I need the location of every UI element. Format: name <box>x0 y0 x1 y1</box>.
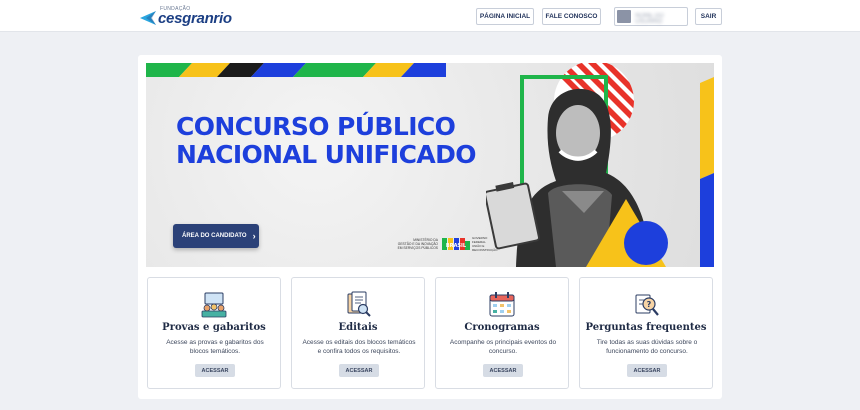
document-search-icon <box>347 291 371 317</box>
access-faq-button[interactable]: ACESSAR <box>627 364 667 377</box>
main-panel: CONCURSO PÚBLICO NACIONAL UNIFICADO ÁREA… <box>138 55 722 399</box>
people-board-icon <box>201 292 227 318</box>
banner-title-line2: NACIONAL UNIFICADO <box>176 140 476 169</box>
question-magnifier-icon: ? <box>635 294 659 316</box>
card-description: Tire todas as suas dúvidas sobre o funci… <box>596 339 698 355</box>
candidate-area-label: ÁREA DO CANDIDATO <box>182 233 247 239</box>
ministry-text: MINISTÉRIO DA GESTÃO E DA INOVAÇÃO EM SE… <box>388 238 438 250</box>
card-schedules: Cronogramas Acompanhe os principais even… <box>435 277 569 389</box>
brasil-logo-text: BRASIL <box>446 243 467 249</box>
card-title: Provas e gabaritos <box>162 322 266 333</box>
cesgranrio-logo[interactable]: FUNDAÇÃO cesgranrio <box>140 5 240 27</box>
card-title: Cronogramas <box>464 322 540 333</box>
home-page-button[interactable]: PÁGINA INICIAL <box>476 8 534 25</box>
candidate-area-button[interactable]: ÁREA DO CANDIDATO › <box>173 224 259 248</box>
card-description: Acompanhe os principais eventos do concu… <box>449 339 557 355</box>
svg-text:?: ? <box>647 300 652 309</box>
card-faq: ? Perguntas frequentes Tire todas as sua… <box>579 277 713 389</box>
logo-name-text: cesgranrio <box>158 10 232 27</box>
access-tests-button[interactable]: ACESSAR <box>195 364 235 377</box>
hero-banner: CONCURSO PÚBLICO NACIONAL UNIFICADO ÁREA… <box>146 63 714 267</box>
access-schedules-button[interactable]: ACESSAR <box>483 364 523 377</box>
banner-title: CONCURSO PÚBLICO NACIONAL UNIFICADO <box>176 113 476 169</box>
logout-button[interactable]: SAIR <box>695 8 722 25</box>
candidate-photo <box>486 63 714 267</box>
logo-arrow-icon <box>140 11 156 25</box>
top-bar: FUNDAÇÃO cesgranrio PÁGINA INICIAL FALE … <box>0 0 860 32</box>
user-account-menu[interactable]: NOME DO USUÁRIO <box>614 7 688 26</box>
card-tests-answers: Provas e gabaritos Acesse as provas e ga… <box>147 277 281 389</box>
user-name: NOME DO USUÁRIO <box>635 13 664 25</box>
card-notices: Editais Acesse os editais dos blocos tem… <box>291 277 425 389</box>
access-notices-button[interactable]: ACESSAR <box>339 364 379 377</box>
banner-title-line1: CONCURSO PÚBLICO <box>176 112 456 141</box>
government-logos: MINISTÉRIO DA GESTÃO E DA INOVAÇÃO EM SE… <box>388 235 498 257</box>
card-description: Acesse as provas e gabaritos dos blocos … <box>166 339 264 355</box>
card-title: Editais <box>338 322 378 333</box>
card-description: Acesse os editais dos blocos temáticos e… <box>302 339 416 355</box>
brasil-logo-icon: BRASIL <box>442 238 470 250</box>
calendar-icon <box>489 292 515 317</box>
card-title: Perguntas frequentes <box>585 322 707 333</box>
contact-us-button[interactable]: FALE CONOSCO <box>542 8 601 25</box>
avatar <box>617 10 631 23</box>
chevron-right-icon: › <box>252 230 256 241</box>
ministry-line-3: EM SERVIÇOS PÚBLICOS <box>397 246 438 250</box>
